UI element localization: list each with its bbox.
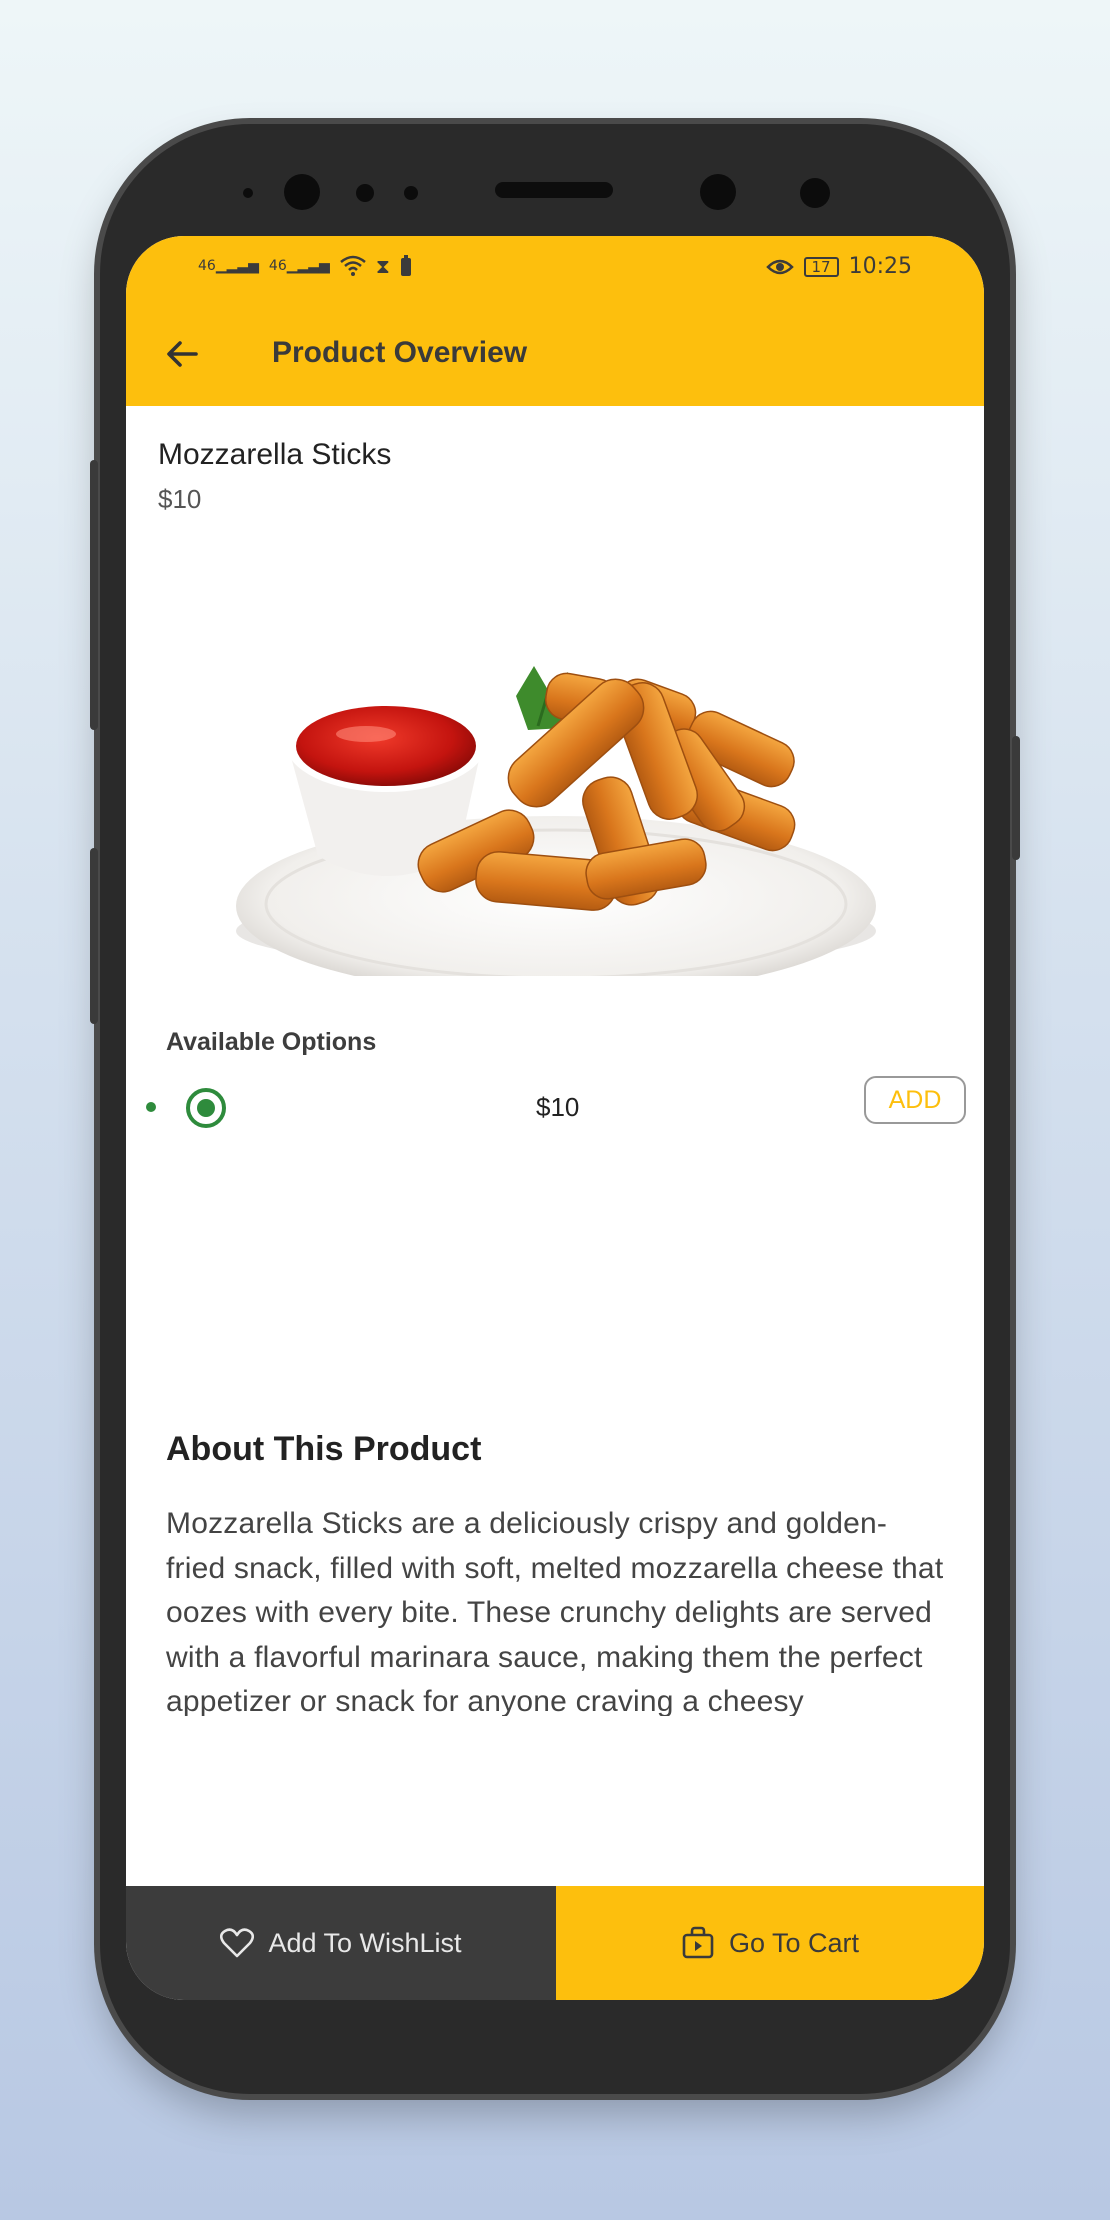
wishlist-label: Add To WishList xyxy=(268,1927,462,1958)
eye-icon xyxy=(765,259,794,274)
signal-icon: 46▁▂▃▅ xyxy=(198,258,259,274)
option-price: $10 xyxy=(536,1092,580,1122)
radio-dot xyxy=(197,1099,215,1117)
side-key xyxy=(1012,736,1020,860)
selection-indicator-dot xyxy=(146,1102,156,1112)
battery-saver-icon xyxy=(400,255,411,276)
hourglass-icon: ⧗ xyxy=(375,254,390,278)
volume-button xyxy=(90,848,98,1024)
product-image xyxy=(236,666,876,976)
clock: 10:25 xyxy=(848,254,912,279)
status-bar: 46▁▂▃▅ 46▁▂▃▅ ⧗ 17 10:25 xyxy=(126,236,984,300)
heart-icon xyxy=(220,1928,255,1958)
add-button[interactable]: ADD xyxy=(864,1076,966,1124)
sensor-dot xyxy=(404,186,418,200)
power-button xyxy=(90,460,98,730)
signal-label: 46 xyxy=(198,258,216,274)
status-right: 17 10:25 xyxy=(765,254,912,279)
product-content[interactable]: Mozzarella Sticks $10 Available Options … xyxy=(126,406,984,1716)
go-to-cart-button[interactable]: Go To Cart xyxy=(556,1886,984,2000)
product-price: $10 xyxy=(158,484,202,514)
available-options-heading: Available Options xyxy=(166,1028,377,1056)
bottom-action-bar: Add To WishList Go To Cart xyxy=(126,1886,984,2000)
product-name: Mozzarella Sticks xyxy=(158,438,392,471)
status-left: 46▁▂▃▅ 46▁▂▃▅ ⧗ xyxy=(198,254,412,278)
sensor-dot xyxy=(800,178,830,208)
about-description: Mozzarella Sticks are a deliciously cris… xyxy=(166,1507,944,1716)
shopping-bag-icon xyxy=(682,1926,714,1959)
sensor-dot xyxy=(356,184,374,202)
battery-indicator: 17 xyxy=(803,256,839,277)
signal-label: 46 xyxy=(268,258,287,274)
page-title: Product Overview xyxy=(272,336,528,369)
front-camera xyxy=(284,174,320,210)
earpiece-speaker xyxy=(495,182,613,198)
option-row[interactable]: $10 ADD xyxy=(126,1076,984,1146)
wifi-icon xyxy=(340,255,366,276)
app-bar: Product Overview xyxy=(126,300,984,406)
camera-bar xyxy=(100,124,1010,254)
cart-label: Go To Cart xyxy=(728,1927,860,1958)
radio-selected-icon[interactable] xyxy=(186,1088,226,1128)
front-camera-2 xyxy=(700,174,736,210)
about-heading: About This Product xyxy=(166,1430,482,1468)
back-arrow-icon[interactable] xyxy=(162,334,202,374)
app-screen: 46▁▂▃▅ 46▁▂▃▅ ⧗ 17 10:25 Product Overvie… xyxy=(126,236,984,2000)
sensor-dot xyxy=(243,188,253,198)
signal-icon: 46▁▂▃▅ xyxy=(268,258,330,274)
add-to-wishlist-button[interactable]: Add To WishList xyxy=(126,1886,556,2000)
